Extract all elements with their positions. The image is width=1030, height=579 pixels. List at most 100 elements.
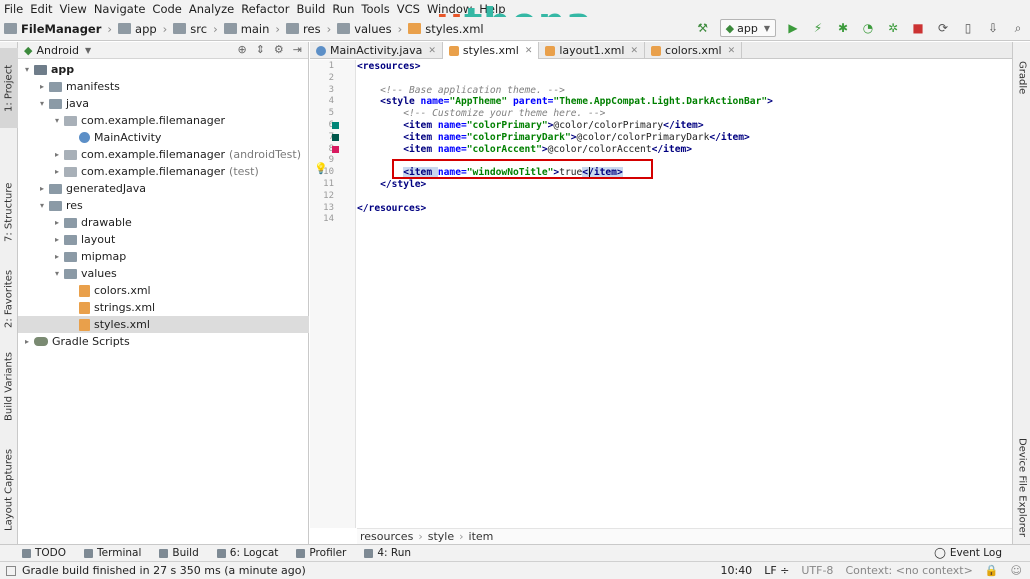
run-config-select[interactable]: ◆ app ▼ [719, 19, 776, 37]
color-swatch-icon[interactable] [332, 145, 339, 153]
profile-icon[interactable]: ◔ [860, 20, 876, 36]
gear-icon[interactable]: ⚙ [274, 43, 284, 56]
collapsed-arrow-icon[interactable]: ▸ [52, 167, 62, 176]
close-icon[interactable]: ✕ [630, 46, 638, 56]
tool-window-terminal[interactable]: Terminal [84, 547, 141, 559]
tab-layout1-xml[interactable]: layout1.xml ✕ [539, 42, 646, 59]
menu-item-file[interactable]: File [4, 2, 23, 16]
close-icon[interactable]: ✕ [728, 46, 736, 56]
tree-item[interactable]: colors.xml [18, 282, 309, 299]
tree-item[interactable]: MainActivity [18, 129, 309, 146]
collapsed-arrow-icon[interactable]: ▸ [37, 184, 47, 193]
tab-styles-xml[interactable]: styles.xml ✕ [442, 42, 540, 59]
collapsed-arrow-icon[interactable]: ▸ [37, 82, 47, 91]
editor-breadcrumb-item[interactable]: item [469, 530, 494, 543]
status-toggle-icon[interactable] [6, 565, 16, 576]
editor-breadcrumb-item[interactable]: resources [360, 530, 413, 543]
breadcrumb-item[interactable]: values › [337, 22, 402, 36]
tool-window-4--run[interactable]: 4: Run [364, 547, 411, 559]
breadcrumb-item[interactable]: styles.xml [408, 22, 484, 36]
caret-position[interactable]: 10:40 [720, 564, 752, 577]
close-icon[interactable]: ✕ [428, 46, 436, 56]
menu-item-tools[interactable]: Tools [361, 2, 389, 16]
tree-item[interactable]: styles.xml [18, 316, 309, 333]
avd-manager-icon[interactable]: ▯ [960, 20, 976, 36]
tree-item[interactable]: ▾ res [18, 197, 309, 214]
device-file-explorer-tool-button[interactable]: Device File Explorer [1013, 432, 1030, 542]
tree-item[interactable]: strings.xml [18, 299, 309, 316]
menu-item-refactor[interactable]: Refactor [241, 2, 289, 16]
menu-item-vcs[interactable]: VCS [397, 2, 420, 16]
breadcrumb-item[interactable]: res › [286, 22, 331, 36]
tool-window-6--logcat[interactable]: 6: Logcat [216, 547, 278, 559]
tool-window-todo[interactable]: TODO [22, 547, 66, 559]
tree-item[interactable]: ▸ manifests [18, 78, 309, 95]
collapsed-arrow-icon[interactable]: ▸ [52, 235, 62, 244]
breadcrumb-item[interactable]: app › [118, 22, 167, 36]
file-encoding[interactable]: UTF-8 [801, 564, 833, 577]
collapsed-arrow-icon[interactable]: ▸ [52, 150, 62, 159]
collapsed-arrow-icon[interactable]: ▸ [22, 337, 32, 346]
project-view-select[interactable]: Android [36, 44, 79, 57]
tree-item[interactable]: ▸ com.example.filemanager (test) [18, 163, 309, 180]
stop-icon[interactable]: ■ [910, 20, 926, 36]
tree-item[interactable]: ▾ app [18, 61, 309, 78]
expanded-arrow-icon[interactable]: ▾ [37, 99, 47, 108]
tree-item[interactable]: ▾ com.example.filemanager [18, 112, 309, 129]
color-swatch-icon[interactable] [332, 133, 339, 141]
expanded-arrow-icon[interactable]: ▾ [37, 201, 47, 210]
tool-window-build[interactable]: Build [159, 547, 199, 559]
tree-item[interactable]: ▸ layout [18, 231, 309, 248]
tree-item[interactable]: ▾ values [18, 265, 309, 282]
close-icon[interactable]: ✕ [525, 46, 533, 56]
menu-item-view[interactable]: View [60, 2, 87, 16]
attach-debugger-icon[interactable]: ✲ [885, 20, 901, 36]
collapsed-arrow-icon[interactable]: ▸ [52, 252, 62, 261]
hide-icon[interactable]: ⇥ [293, 43, 302, 56]
menu-item-code[interactable]: Code [152, 2, 181, 16]
context-indicator[interactable]: Context: <no context> [845, 564, 972, 577]
inspector-icon[interactable]: ☺ [1011, 564, 1022, 577]
collapsed-arrow-icon[interactable]: ▸ [52, 218, 62, 227]
search-icon[interactable]: ⌕ [1010, 20, 1026, 36]
tree-item[interactable]: ▸ com.example.filemanager (androidTest) [18, 146, 309, 163]
event-log-button[interactable]: ◯ Event Log [934, 547, 1002, 559]
gradle-tool-button[interactable]: Gradle [1013, 50, 1030, 105]
editor-breadcrumb-item[interactable]: style [428, 530, 454, 543]
tab-colors-xml[interactable]: colors.xml ✕ [645, 42, 743, 59]
tree-item[interactable]: ▾ java [18, 95, 309, 112]
menu-item-navigate[interactable]: Navigate [94, 2, 146, 16]
sdk-manager-icon[interactable]: ⇩ [985, 20, 1001, 36]
tree-item[interactable]: ▸ Gradle Scripts [18, 333, 309, 350]
expanded-arrow-icon[interactable]: ▾ [22, 65, 32, 74]
expanded-arrow-icon[interactable]: ▾ [52, 269, 62, 278]
tree-item[interactable]: ▸ drawable [18, 214, 309, 231]
expanded-arrow-icon[interactable]: ▾ [52, 116, 62, 125]
menu-item-run[interactable]: Run [332, 2, 354, 16]
breadcrumb-item[interactable]: main › [223, 22, 280, 36]
menu-item-edit[interactable]: Edit [30, 2, 52, 16]
breadcrumb-item[interactable]: src › [173, 22, 218, 36]
structure-tool-button[interactable]: 7: Structure [0, 177, 18, 247]
menu-item-build[interactable]: Build [296, 2, 325, 16]
sync-project-icon[interactable]: ⟳ [935, 20, 951, 36]
tool-window-profiler[interactable]: Profiler [296, 547, 346, 559]
menu-item-analyze[interactable]: Analyze [189, 2, 234, 16]
project-tool-button[interactable]: 1: Project [0, 48, 18, 128]
favorites-tool-button[interactable]: 2: Favorites [0, 264, 18, 334]
locate-icon[interactable]: ⊕ [237, 43, 246, 56]
tree-item[interactable]: ▸ generatedJava [18, 180, 309, 197]
hammer-icon[interactable]: ⚒ [695, 20, 711, 36]
breadcrumb-item[interactable]: FileManager › [4, 22, 112, 36]
tab-mainactivity-java[interactable]: MainActivity.java ✕ [310, 42, 443, 59]
color-swatch-icon[interactable] [332, 122, 339, 129]
build-variants-tool-button[interactable]: Build Variants [0, 347, 18, 427]
apply-changes-icon[interactable]: ⚡ [810, 20, 826, 36]
debug-icon[interactable]: ✱ [835, 20, 851, 36]
collapse-all-icon[interactable]: ⇕ [256, 43, 265, 56]
tree-item[interactable]: ▸ mipmap [18, 248, 309, 265]
code-editor[interactable]: <resources> <!-- Base application theme.… [357, 60, 1012, 528]
run-icon[interactable]: ▶ [785, 20, 801, 36]
chevron-down-icon[interactable]: ▼ [85, 46, 91, 55]
line-separator[interactable]: LF ÷ [764, 564, 789, 577]
